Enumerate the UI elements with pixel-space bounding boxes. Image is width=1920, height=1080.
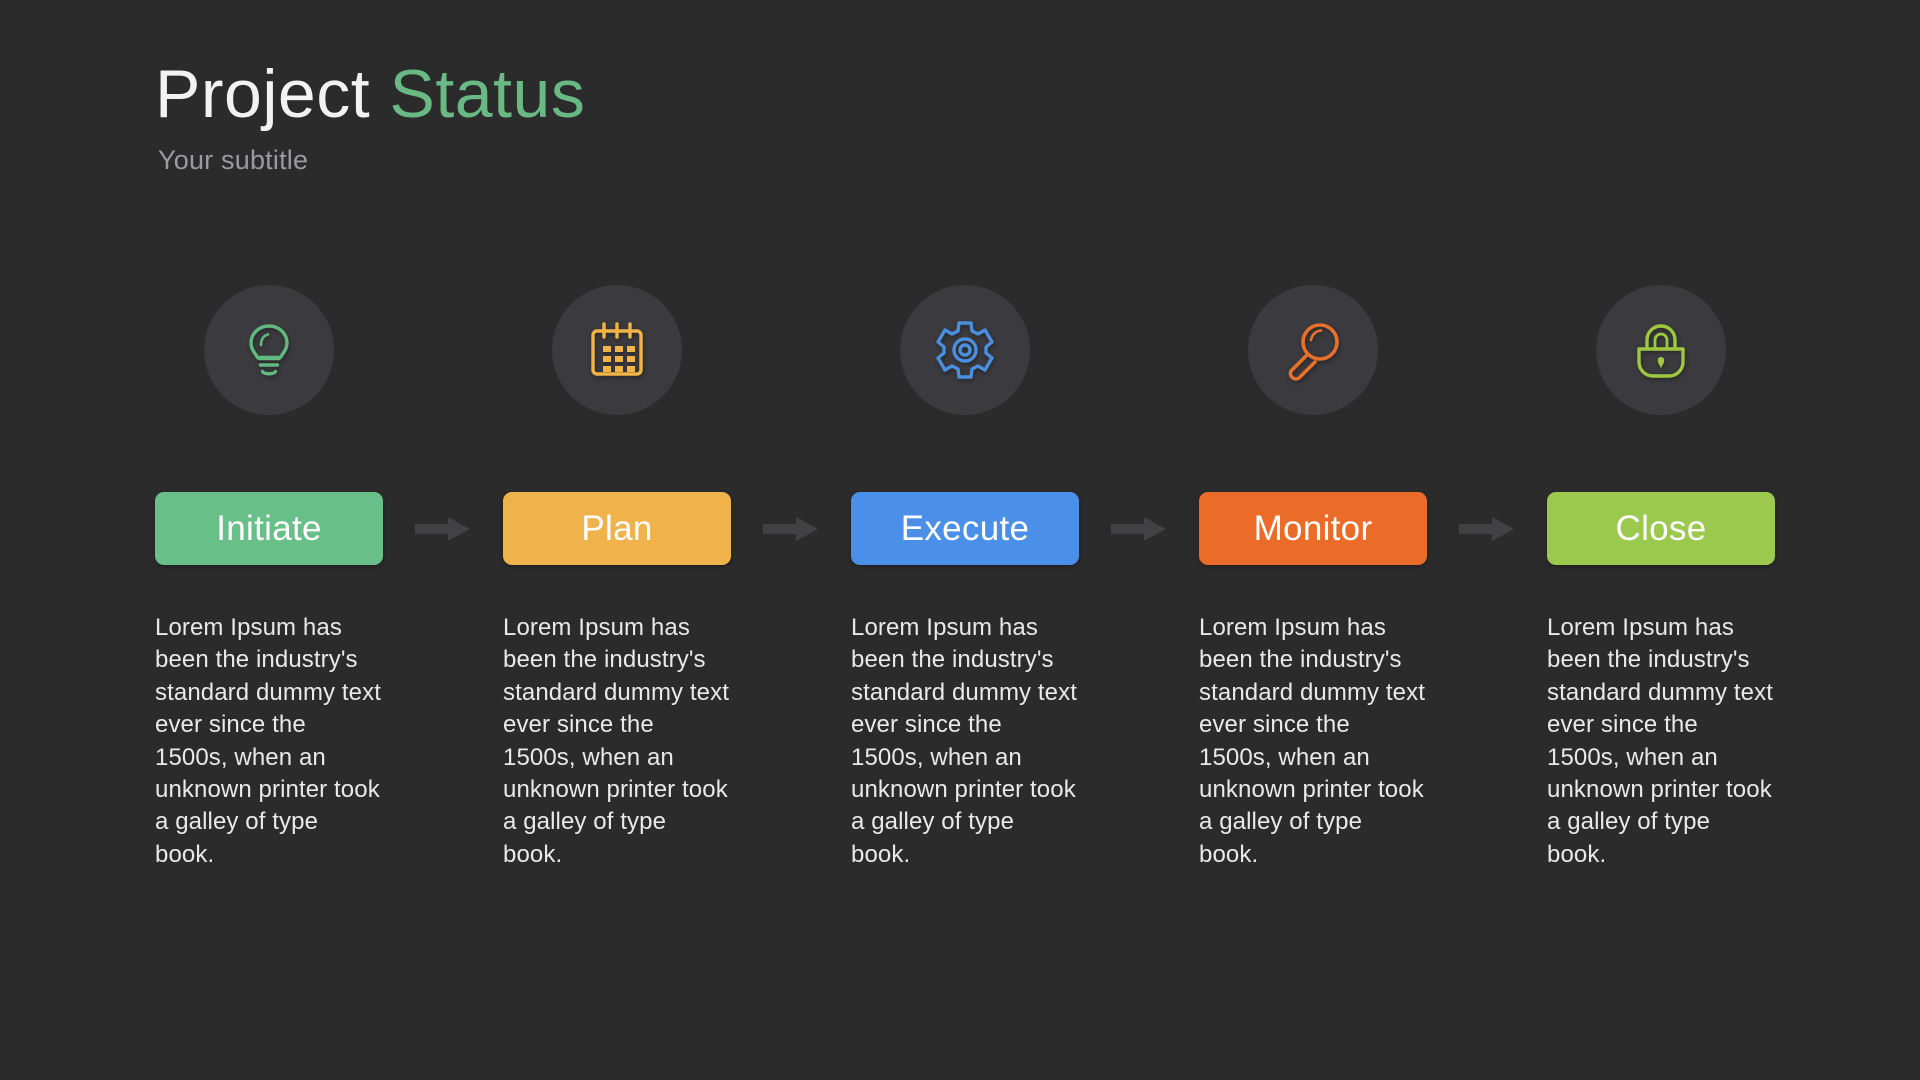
slide-header: Project Status Your subtitle — [155, 56, 586, 176]
step-label-close[interactable]: Close — [1547, 492, 1775, 565]
step-description-initiate: Lorem Ipsum has been the industry's stan… — [155, 614, 381, 868]
arrow-plan-to-execute — [731, 492, 851, 565]
icon-badge-initiate — [204, 285, 334, 415]
lightbulb-icon — [237, 318, 301, 382]
page-subtitle: Your subtitle — [158, 145, 309, 176]
step-label-text: Initiate — [216, 508, 322, 548]
step-label-text: Monitor — [1253, 508, 1373, 548]
icon-badge-close — [1596, 285, 1726, 415]
step-description-execute: Lorem Ipsum has been the industry's stan… — [851, 614, 1077, 868]
icon-badge-execute — [900, 285, 1030, 415]
page-title: Project Status — [155, 56, 586, 132]
gear-icon — [933, 318, 997, 382]
step-label-monitor[interactable]: Monitor — [1199, 492, 1427, 565]
process-step-plan: Plan Lorem Ipsum has been the industry's… — [503, 285, 731, 871]
arrow-monitor-to-close — [1427, 492, 1547, 565]
step-label-plan[interactable]: Plan — [503, 492, 731, 565]
arrow-execute-to-monitor — [1079, 492, 1199, 565]
process-flow: Initiate Lorem Ipsum has been the indust… — [155, 285, 1775, 871]
icon-badge-plan — [552, 285, 682, 415]
step-label-text: Close — [1615, 508, 1707, 548]
arrow-right-icon — [1111, 516, 1166, 541]
step-label-text: Execute — [900, 508, 1030, 548]
arrow-right-icon — [763, 516, 818, 541]
arrow-right-icon — [415, 516, 470, 541]
title-accent: Status — [389, 56, 586, 132]
lock-icon — [1629, 318, 1693, 382]
process-step-monitor: Monitor Lorem Ipsum has been the industr… — [1199, 285, 1427, 871]
icon-badge-monitor — [1248, 285, 1378, 415]
step-label-text: Plan — [581, 508, 653, 548]
process-step-execute: Execute Lorem Ipsum has been the industr… — [851, 285, 1079, 871]
process-step-close: Close Lorem Ipsum has been the industry'… — [1547, 285, 1775, 871]
arrow-initiate-to-plan — [383, 492, 503, 565]
step-label-execute[interactable]: Execute — [851, 492, 1079, 565]
step-description-monitor: Lorem Ipsum has been the industry's stan… — [1199, 614, 1425, 868]
step-description-close: Lorem Ipsum has been the industry's stan… — [1547, 614, 1773, 868]
magnifier-icon — [1281, 318, 1345, 382]
slide-root: Project Status Your subtitle Initiate Lo… — [0, 0, 1920, 1080]
arrow-right-icon — [1459, 516, 1514, 541]
title-main: Project — [155, 56, 371, 132]
step-label-initiate[interactable]: Initiate — [155, 492, 383, 565]
process-step-initiate: Initiate Lorem Ipsum has been the indust… — [155, 285, 383, 871]
calendar-icon — [585, 318, 649, 382]
step-description-plan: Lorem Ipsum has been the industry's stan… — [503, 614, 729, 868]
